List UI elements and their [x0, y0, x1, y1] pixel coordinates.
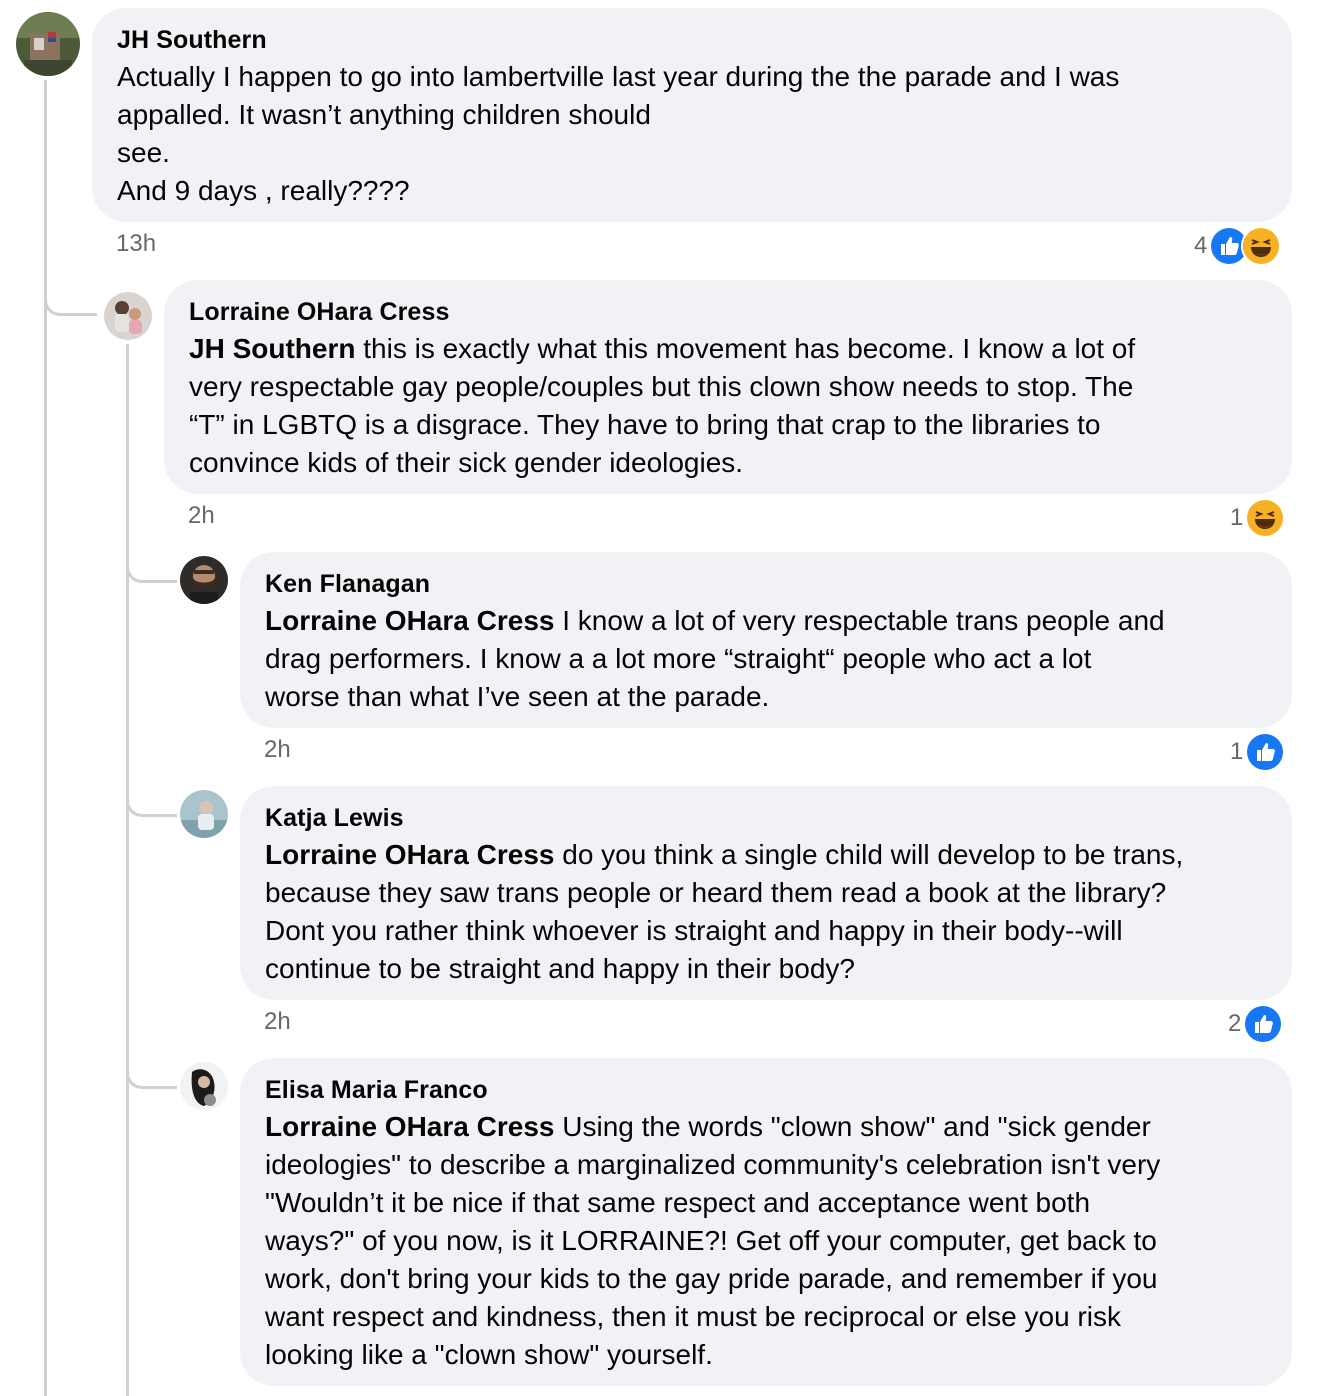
avatar-photo-icon	[180, 1062, 228, 1110]
comment-author[interactable]: Ken Flanagan	[265, 566, 1268, 602]
haha-icon	[1245, 498, 1286, 538]
comment-text: Using the words "clown show" and "sick g…	[265, 1111, 1161, 1370]
comment-author[interactable]: Elisa Maria Franco	[265, 1072, 1268, 1108]
comment-author[interactable]: JH Southern	[117, 22, 1268, 58]
thread-connector	[126, 1046, 177, 1089]
thread-line-replies	[126, 344, 129, 1396]
comment-bubble: Lorraine OHara Cress JH Southern this is…	[164, 280, 1292, 494]
avatar[interactable]	[16, 12, 80, 76]
reaction-count: 1	[1230, 738, 1244, 765]
comment-timestamp[interactable]: 2h	[188, 502, 215, 530]
comment-bubble: JH Southern Actually I happen to go into…	[92, 8, 1292, 222]
avatar-photo-icon	[104, 292, 152, 340]
mention-link[interactable]: JH Southern	[189, 333, 355, 364]
mention-link[interactable]: Lorraine OHara Cress	[265, 1111, 554, 1142]
thread-connector	[126, 774, 177, 817]
avatar[interactable]	[180, 556, 228, 604]
reaction-summary[interactable]: 1	[1230, 498, 1286, 538]
reaction-summary[interactable]: 4	[1194, 226, 1282, 266]
comment-timestamp[interactable]: 2h	[264, 736, 291, 764]
comment-text: Actually I happen to go into lambertvill…	[117, 61, 1120, 206]
thread-connector	[44, 270, 97, 316]
comment-bubble: Katja Lewis Lorraine OHara Cress do you …	[240, 786, 1292, 1000]
reaction-count: 4	[1194, 232, 1208, 259]
reaction-count: 1	[1230, 504, 1244, 531]
thread-connector	[126, 540, 177, 583]
comment-bubble: Ken Flanagan Lorraine OHara Cress I know…	[240, 552, 1292, 728]
reaction-count: 2	[1228, 1010, 1242, 1037]
like-icon	[1243, 1004, 1284, 1044]
comment-author[interactable]: Katja Lewis	[265, 800, 1268, 836]
reaction-summary[interactable]: 2	[1228, 1004, 1284, 1044]
reaction-summary[interactable]: 1	[1230, 732, 1286, 772]
comment-thread: JH Southern Actually I happen to go into…	[0, 0, 1344, 1396]
avatar[interactable]	[180, 1062, 228, 1110]
avatar[interactable]	[104, 292, 152, 340]
comment-bubble: Elisa Maria Franco Lorraine OHara Cress …	[240, 1058, 1292, 1386]
like-icon	[1245, 732, 1286, 772]
avatar-photo-icon	[16, 12, 80, 76]
mention-link[interactable]: Lorraine OHara Cress	[265, 839, 554, 870]
avatar-photo-icon	[180, 556, 228, 604]
avatar[interactable]	[180, 790, 228, 838]
comment-timestamp[interactable]: 13h	[116, 230, 156, 258]
comment-timestamp[interactable]: 2h	[264, 1008, 291, 1036]
haha-icon	[1241, 226, 1282, 266]
avatar-photo-icon	[180, 790, 228, 838]
mention-link[interactable]: Lorraine OHara Cress	[265, 605, 554, 636]
comment-author[interactable]: Lorraine OHara Cress	[189, 294, 1268, 330]
